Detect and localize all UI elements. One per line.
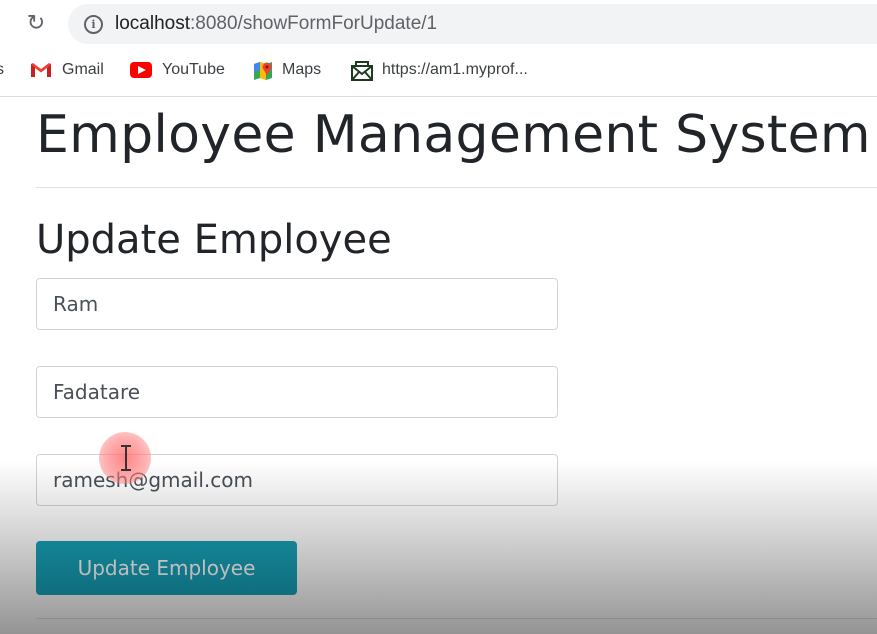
mail-envelope-icon [350,60,373,81]
last-name-input[interactable] [36,366,558,418]
bookmark-myprofile[interactable]: https://am1.myprof... [350,52,528,88]
browser-toolbar: ↻ i localhost:8080/showFormForUpdate/1 [0,0,877,52]
youtube-icon [130,62,152,78]
first-name-input[interactable] [36,278,558,330]
form-title: Update Employee [36,217,392,263]
bookmarks-bar: s Gmail YouTube Maps https://am1.myprof.… [0,52,877,97]
reload-icon[interactable]: ↻ [22,8,50,40]
bookmark-maps[interactable]: Maps [252,52,321,88]
bookmark-gmail[interactable]: Gmail [30,52,104,88]
divider [36,187,877,188]
update-employee-button[interactable]: Update Employee [36,541,297,595]
info-icon[interactable]: i [84,15,103,34]
divider [36,618,877,619]
gmail-icon [30,62,52,78]
bookmark-label: https://am1.myprof... [382,61,528,78]
maps-icon [252,60,272,80]
bookmark-label: s [0,61,4,78]
page-title: Employee Management System [36,105,871,165]
bookmark-youtube[interactable]: YouTube [130,52,225,88]
bookmark-apps[interactable]: s [0,52,4,88]
url-path: :8080/showFormForUpdate/1 [190,13,438,34]
bookmark-label: Gmail [62,61,104,78]
bookmark-label: YouTube [162,61,225,78]
url-host: localhost [115,13,190,34]
bookmark-label: Maps [282,61,322,78]
url-text[interactable]: localhost:8080/showFormForUpdate/1 [115,13,437,35]
address-bar[interactable]: i localhost:8080/showFormForUpdate/1 [68,4,877,44]
email-input[interactable] [36,454,558,506]
